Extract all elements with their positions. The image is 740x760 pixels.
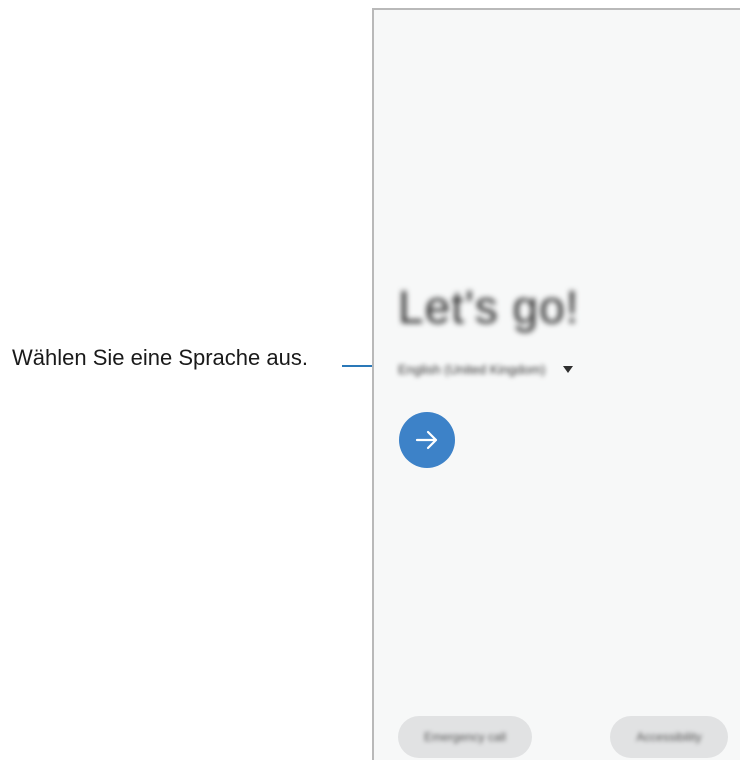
emergency-call-label: Emergency call (423, 730, 507, 744)
emergency-call-button[interactable]: Emergency call (398, 716, 532, 758)
accessibility-button[interactable]: Accessibility (610, 716, 728, 758)
language-selector-value: English (United Kingdom) (398, 361, 546, 377)
arrow-right-icon (415, 430, 438, 450)
language-selector[interactable]: English (United Kingdom) (398, 356, 574, 382)
phone-screen: Let's go! English (United Kingdom) Emerg… (372, 8, 740, 760)
callout-label: Wählen Sie eine Sprache aus. (12, 345, 308, 370)
next-button[interactable] (399, 412, 455, 468)
dropdown-arrow-icon (563, 365, 574, 373)
welcome-headline: Let's go! (398, 281, 580, 333)
accessibility-label: Accessibility (636, 730, 702, 744)
